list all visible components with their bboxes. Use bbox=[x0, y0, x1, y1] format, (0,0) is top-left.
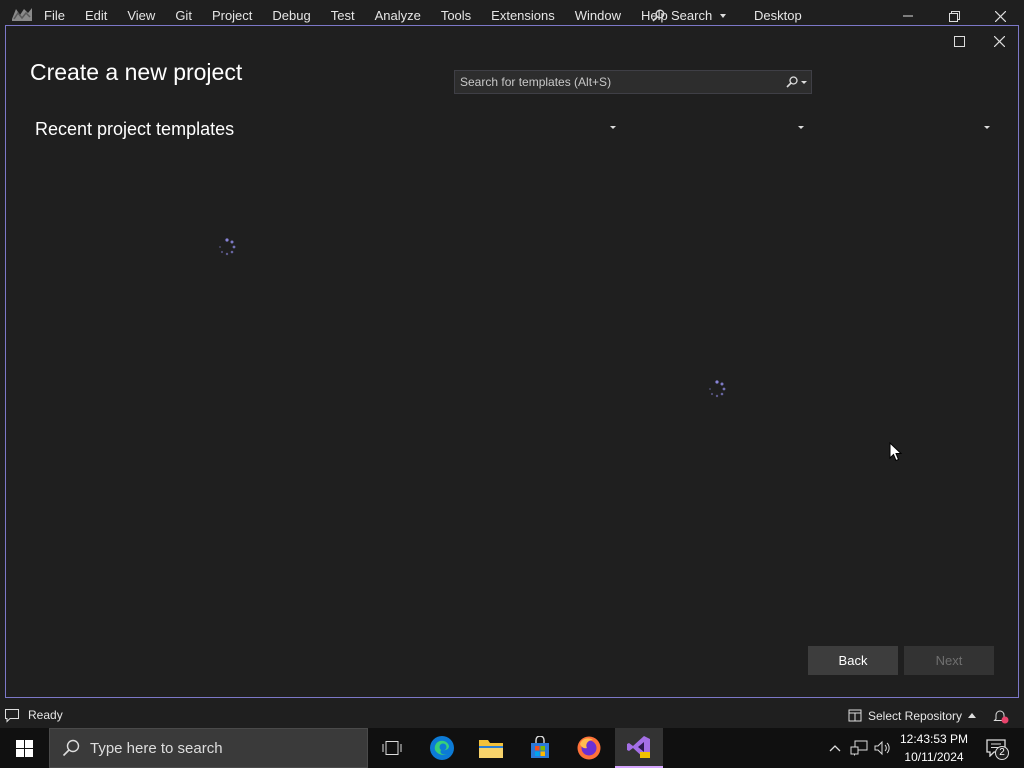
taskbar-search-box[interactable]: Type here to search bbox=[49, 728, 368, 768]
notification-count-badge: 2 bbox=[995, 746, 1009, 760]
task-view-icon bbox=[382, 741, 402, 755]
search-icon bbox=[785, 76, 798, 88]
notification-bell-icon[interactable] bbox=[992, 707, 1010, 725]
network-icon bbox=[850, 740, 868, 756]
mouse-cursor-icon bbox=[889, 442, 903, 462]
minimize-icon bbox=[903, 15, 913, 17]
template-search-button[interactable] bbox=[783, 73, 809, 91]
output-status-icon[interactable] bbox=[4, 708, 20, 723]
template-search-input[interactable] bbox=[460, 75, 780, 89]
status-bar: Ready Select Repository bbox=[0, 703, 1024, 728]
search-icon bbox=[652, 9, 665, 22]
platform-filter-dropdown[interactable] bbox=[794, 122, 808, 132]
chevron-down-icon bbox=[720, 13, 727, 18]
vs-search-label: Search bbox=[671, 8, 713, 23]
loading-spinner-icon bbox=[709, 380, 726, 398]
chevron-down-icon bbox=[800, 80, 807, 84]
dialog-maximize-button[interactable] bbox=[949, 31, 969, 51]
taskbar-file-explorer[interactable] bbox=[467, 728, 515, 768]
task-view-button[interactable] bbox=[368, 728, 416, 768]
speaker-icon bbox=[874, 740, 890, 756]
chevron-down-icon bbox=[610, 125, 616, 129]
chevron-up-icon bbox=[968, 713, 977, 718]
taskbar-visual-studio[interactable] bbox=[615, 728, 663, 768]
status-text: Ready bbox=[28, 708, 63, 722]
taskbar-clock[interactable]: 12:43:53 PM 10/11/2024 bbox=[898, 730, 970, 766]
chevron-down-icon bbox=[984, 125, 990, 129]
start-button[interactable] bbox=[0, 728, 48, 768]
action-center-button[interactable]: 2 bbox=[978, 728, 1014, 768]
taskbar-store[interactable] bbox=[516, 728, 564, 768]
clock-date: 10/11/2024 bbox=[904, 750, 964, 764]
select-repository-button[interactable]: Select Repository bbox=[848, 703, 977, 728]
volume-tray-button[interactable] bbox=[873, 738, 893, 758]
taskbar-firefox[interactable] bbox=[565, 728, 613, 768]
clock-time: 12:43:53 PM bbox=[899, 732, 969, 746]
restore-icon bbox=[948, 10, 960, 22]
store-icon bbox=[531, 736, 549, 758]
vs-logo-icon[interactable] bbox=[10, 5, 34, 25]
next-button[interactable]: Next bbox=[904, 646, 994, 675]
network-tray-button[interactable] bbox=[849, 738, 869, 758]
firefox-icon bbox=[577, 736, 601, 760]
language-filter-dropdown[interactable] bbox=[606, 122, 620, 132]
back-button[interactable]: Back bbox=[808, 646, 898, 675]
taskbar-edge[interactable] bbox=[418, 728, 466, 768]
visual-studio-icon bbox=[627, 736, 650, 758]
recent-templates-heading: Recent project templates bbox=[35, 119, 235, 139]
windows-taskbar: Type here to search 12:43:53 PM 10/11/20… bbox=[0, 728, 1024, 768]
close-icon bbox=[993, 35, 1005, 47]
create-project-dialog: Create a new project Recent project temp… bbox=[5, 25, 1019, 698]
chevron-up-icon bbox=[829, 745, 841, 752]
close-icon bbox=[994, 10, 1006, 22]
search-icon bbox=[62, 739, 80, 757]
dialog-close-button[interactable] bbox=[989, 31, 1009, 51]
folder-icon bbox=[479, 740, 503, 758]
select-repository-label: Select Repository bbox=[868, 708, 963, 723]
chevron-down-icon bbox=[798, 125, 804, 129]
windows-logo-icon bbox=[15, 739, 33, 757]
maximize-icon bbox=[953, 35, 965, 47]
template-search-box[interactable] bbox=[454, 70, 812, 94]
edge-icon bbox=[430, 736, 454, 760]
project-type-filter-dropdown[interactable] bbox=[980, 122, 994, 132]
show-hidden-icons-button[interactable] bbox=[825, 738, 845, 758]
taskbar-search-placeholder: Type here to search bbox=[90, 739, 223, 757]
loading-spinner-icon bbox=[219, 238, 236, 256]
repository-icon bbox=[848, 709, 862, 722]
page-title: Create a new project bbox=[30, 59, 243, 85]
